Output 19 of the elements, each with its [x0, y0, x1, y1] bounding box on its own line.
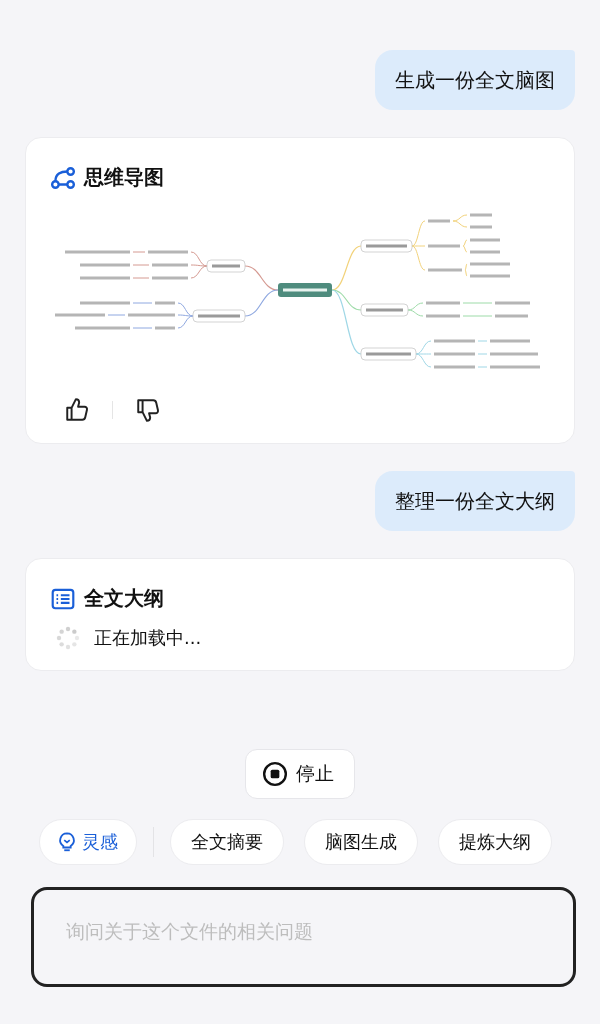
thumbs-up-icon — [64, 397, 90, 423]
suggestion-chip[interactable]: 脑图生成 — [304, 819, 418, 865]
stop-icon — [262, 761, 288, 787]
thumbs-up-button[interactable] — [64, 397, 90, 423]
question-input[interactable]: 询问关于这个文件的相关问题 — [31, 887, 576, 987]
stop-button[interactable]: 停止 — [245, 749, 355, 799]
mindmap-icon — [50, 164, 76, 191]
card-title: 思维导图 — [84, 164, 164, 191]
card-title: 全文大纲 — [84, 585, 164, 612]
thumbs-down-button[interactable] — [135, 397, 161, 423]
user-message: 整理一份全文大纲 — [375, 471, 575, 531]
inspiration-chip[interactable]: 灵感 — [39, 819, 137, 865]
lightbulb-icon — [56, 831, 78, 853]
thumbs-down-icon — [135, 397, 161, 423]
suggestion-chip[interactable]: 全文摘要 — [170, 819, 284, 865]
user-message: 生成一份全文脑图 — [375, 50, 575, 110]
loading-spinner-icon — [56, 626, 80, 650]
loading-text: 正在加载中... — [94, 626, 202, 650]
suggestion-chip[interactable]: 提炼大纲 — [438, 819, 552, 865]
